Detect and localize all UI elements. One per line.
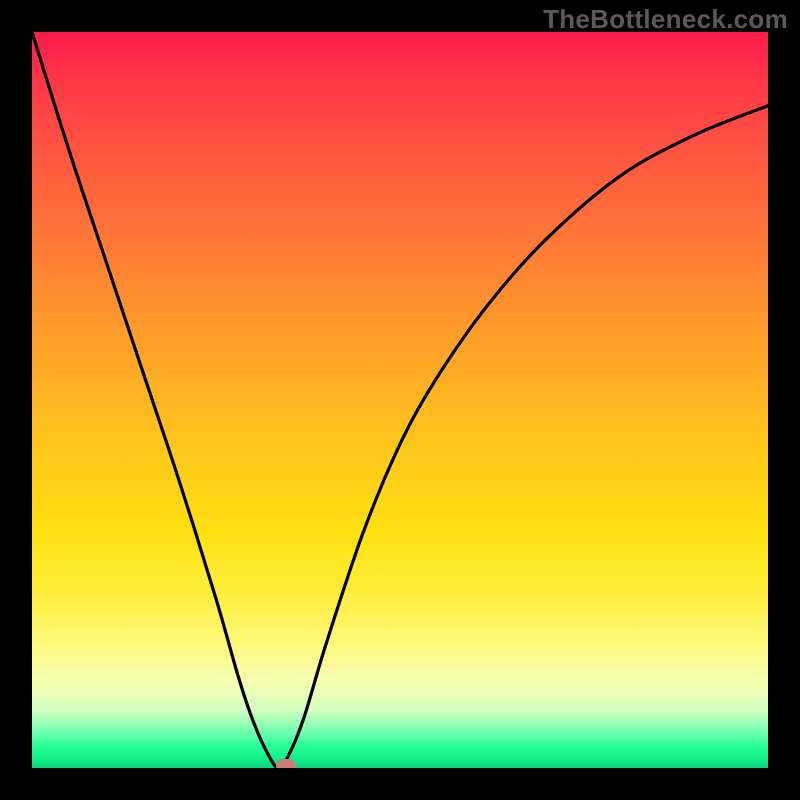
chart-container: TheBottleneck.com	[0, 0, 800, 800]
plot-area	[32, 32, 768, 768]
bottleneck-curve	[32, 32, 768, 768]
optimal-point-marker	[276, 759, 296, 768]
watermark-label: TheBottleneck.com	[543, 4, 788, 35]
